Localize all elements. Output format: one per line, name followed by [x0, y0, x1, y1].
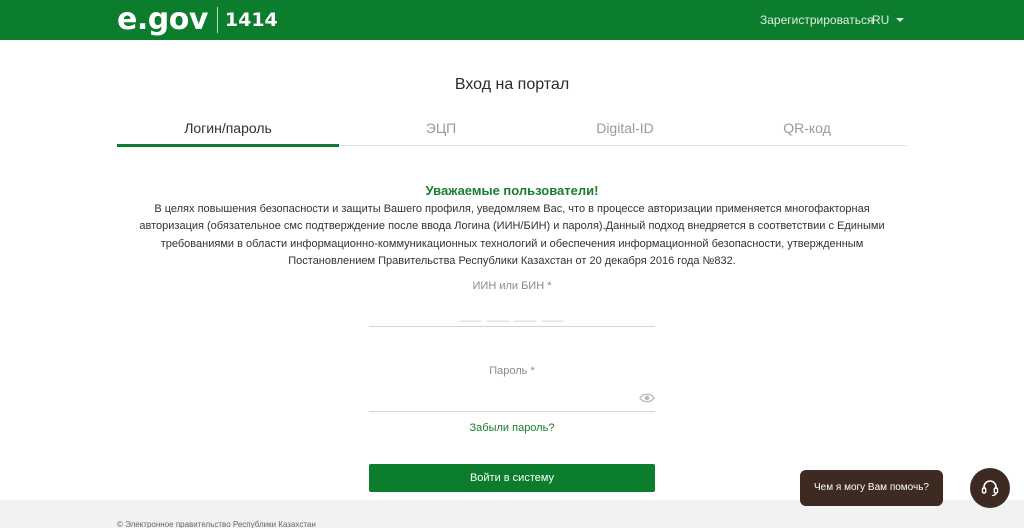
- chat-support-button[interactable]: [970, 468, 1010, 508]
- password-input[interactable]: [369, 388, 655, 412]
- page-title: Вход на портал: [454, 76, 570, 93]
- logo-text: e.gov: [117, 2, 208, 37]
- iin-input[interactable]: [369, 303, 655, 327]
- notice-title: Уважаемые пользователи!: [425, 183, 599, 198]
- notice-text: В целях повышения безопасности и защиты …: [139, 203, 885, 267]
- support-phone: 1414: [224, 9, 278, 31]
- tab-ecp[interactable]: ЭЦП: [339, 117, 543, 145]
- login-button[interactable]: Войти в систему: [369, 464, 655, 492]
- footer-copyright: © Электронное правительство Республики К…: [117, 520, 316, 528]
- tab-login-password[interactable]: Логин/пароль: [117, 117, 339, 147]
- login-page: e.gov 1414 Зарегистрироваться RU Вход на…: [0, 0, 1024, 528]
- top-header: e.gov 1414 Зарегистрироваться RU: [0, 0, 1024, 40]
- chat-prompt-bubble[interactable]: Чем я могу Вам помочь?: [800, 470, 943, 506]
- language-selector[interactable]: RU: [872, 13, 905, 27]
- tab-qr-code[interactable]: QR-код: [707, 117, 907, 145]
- tab-digital-id[interactable]: Digital-ID: [543, 117, 707, 145]
- eye-icon[interactable]: [639, 392, 655, 404]
- headset-icon: [981, 480, 999, 497]
- egov-logo[interactable]: e.gov 1414: [117, 3, 278, 37]
- register-link[interactable]: Зарегистрироваться: [760, 13, 873, 27]
- language-label: RU: [872, 13, 890, 27]
- logo-divider: [216, 7, 218, 33]
- iin-label: ИИН или БИН *: [472, 280, 552, 292]
- password-label: Пароль *: [489, 365, 535, 377]
- forgot-password-link[interactable]: Забыли пароль?: [0, 422, 1024, 434]
- login-method-tabs: Логин/пароль ЭЦП Digital-ID QR-код: [117, 117, 907, 147]
- chevron-down-icon: [896, 18, 905, 22]
